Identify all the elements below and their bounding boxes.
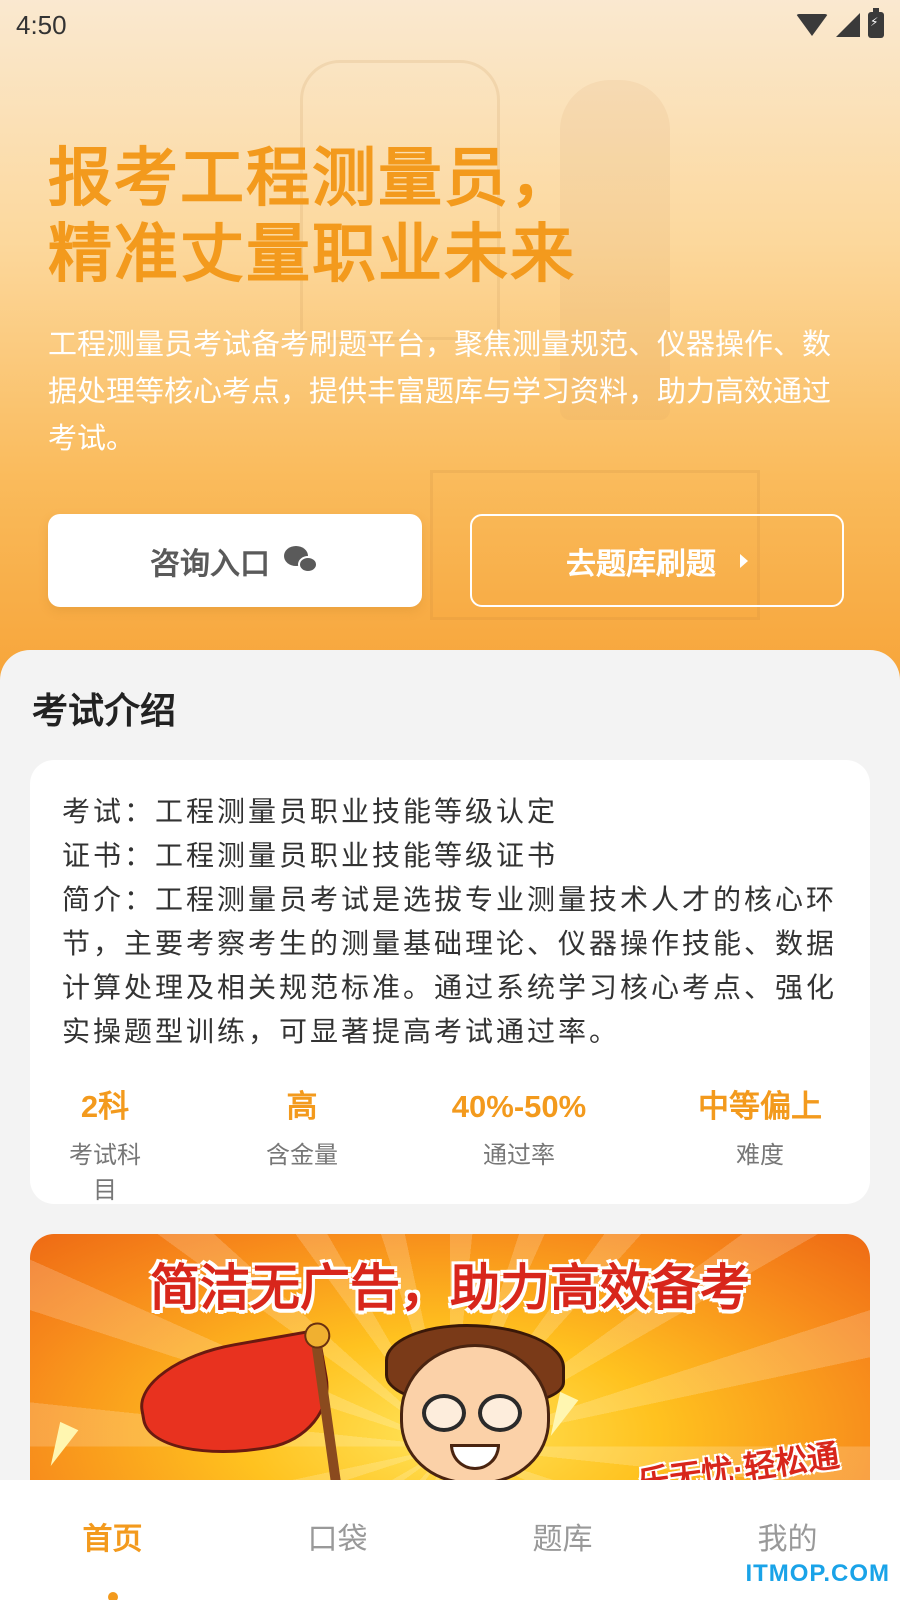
status-bar: 4:50 [0,0,900,50]
stat-value: 高 [286,1089,318,1124]
status-icons [796,8,884,38]
section-title-exam-intro: 考试介绍 [32,690,177,731]
stat-pass-rate: 40%-50% 通过率 [444,1085,594,1170]
wifi-icon [796,14,828,36]
hero-title-line: 精准丈量职业未来 [48,218,576,290]
exam-summary: 简介：工程测量员考试是选拔专业测量技术人才的核心环节，主要考察考生的测量基础理论… [62,884,838,1047]
nav-item-label: 题库 [532,1523,593,1556]
hero-title-line: 报考工程测量员， [48,142,576,214]
nav-item-label: 首页 [82,1523,143,1556]
stat-value: 40%-50% [451,1089,587,1124]
glasses-illustration [422,1394,466,1432]
stat-label: 考试科目 [69,1142,141,1204]
wechat-icon [284,545,320,576]
stat-value-level: 高 含金量 [252,1085,352,1170]
promo-banner[interactable]: 简洁无广告，助力高效备考 乐无忧·轻松通关 [30,1234,870,1484]
promo-title: 简洁无广告，助力高效备考 [150,1260,750,1316]
nav-item-pocket[interactable]: 口袋 [225,1480,450,1600]
chevron-right-icon [740,553,748,568]
stat-value: 中等偏上 [698,1089,822,1124]
nav-item-label: 口袋 [307,1523,368,1556]
status-time: 4:50 [16,9,67,40]
nav-item-label: 我的 [757,1523,818,1556]
consult-button[interactable]: 咨询入口 [48,514,422,607]
stat-label: 难度 [736,1142,784,1169]
stat-subjects: 2科 考试科目 [60,1085,150,1205]
nav-item-question-bank[interactable]: 题库 [450,1480,675,1600]
stat-value: 2科 [80,1089,130,1124]
battery-charging-icon [868,8,884,38]
site-watermark: ITMOP.COM [745,1560,890,1587]
certificate-name: 证书：工程测量员职业技能等级证书 [62,840,559,871]
nav-item-home[interactable]: 首页 [0,1480,225,1600]
active-indicator [107,1592,118,1600]
signal-icon [836,13,860,37]
stat-label: 通过率 [483,1142,555,1169]
consult-button-label: 咨询入口 [150,547,270,581]
stat-label: 含金量 [266,1142,338,1169]
exam-intro-text: 考试：工程测量员职业技能等级认定 证书：工程测量员职业技能等级证书 简介：工程测… [62,790,842,1054]
exam-name: 考试：工程测量员职业技能等级认定 [62,796,559,827]
exam-stats: 2科 考试科目 高 含金量 40%-50% 通过率 中等偏上 难度 [30,1085,870,1204]
question-bank-button[interactable]: 去题库刷题 [470,514,844,607]
hero-title: 报考工程测量员， 精准丈量职业未来 [48,140,848,292]
glasses-illustration [478,1394,522,1432]
hero-description: 工程测量员考试备考刷题平台，聚焦测量规范、仪器操作、数据处理等核心考点，提供丰富… [48,329,832,455]
stat-difficulty: 中等偏上 难度 [692,1085,828,1170]
question-bank-button-label: 去题库刷题 [566,547,716,581]
